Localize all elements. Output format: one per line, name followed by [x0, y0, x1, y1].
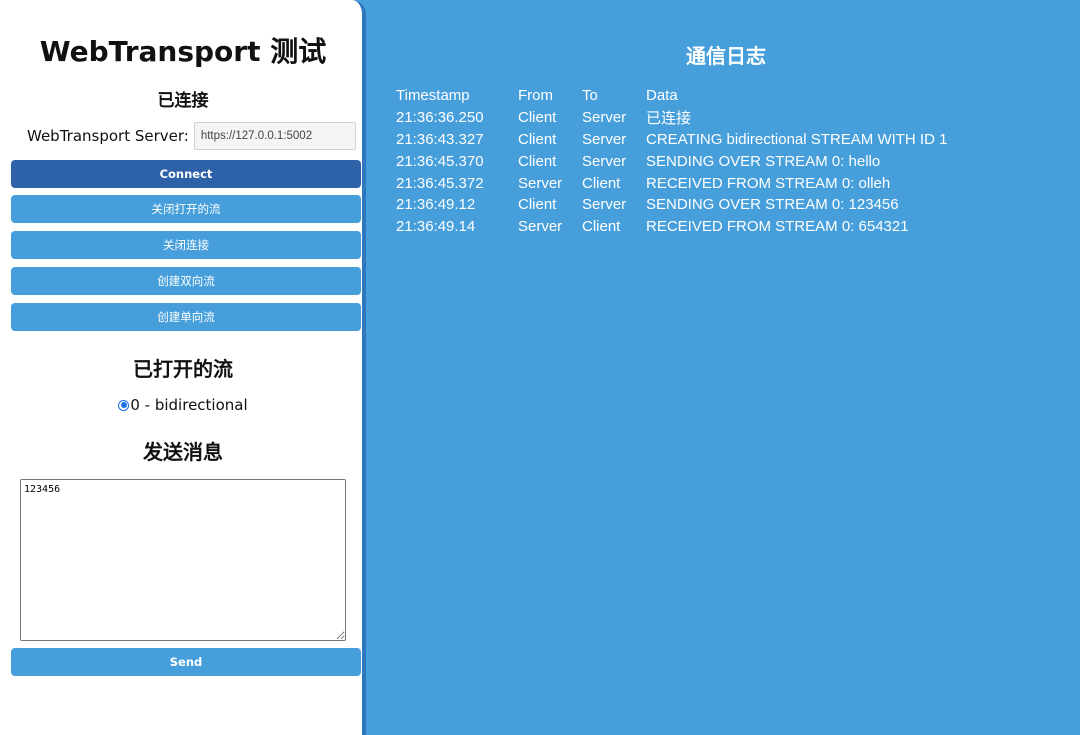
app-title: WebTransport 测试 — [0, 30, 366, 70]
log-row: 21:36:45.372 Server Client RECEIVED FROM… — [396, 172, 947, 194]
connection-status: 已连接 — [0, 86, 366, 111]
message-textarea[interactable]: 123456 — [20, 479, 346, 641]
log-timestamp: 21:36:49.14 — [396, 216, 518, 238]
log-data: RECEIVED FROM STREAM 0: 654321 — [646, 216, 947, 238]
log-timestamp: 21:36:45.372 — [396, 172, 518, 194]
log-from: Client — [518, 194, 582, 216]
log-title: 通信日志 — [372, 40, 1080, 69]
log-to: Server — [582, 150, 646, 172]
log-row: 21:36:43.327 Client Server CREATING bidi… — [396, 129, 947, 151]
server-url-input[interactable] — [194, 122, 356, 150]
log-timestamp: 21:36:49.12 — [396, 194, 518, 216]
close-open-stream-button[interactable]: 关闭打开的流 — [11, 195, 361, 223]
log-data: 已连接 — [646, 107, 947, 129]
send-message-heading: 发送消息 — [0, 436, 366, 465]
open-streams-heading: 已打开的流 — [0, 353, 366, 382]
log-timestamp: 21:36:43.327 — [396, 129, 518, 151]
close-connection-button[interactable]: 关闭连接 — [11, 231, 361, 259]
column-header-from: From — [518, 85, 582, 107]
log-data: RECEIVED FROM STREAM 0: olleh — [646, 172, 947, 194]
create-bidirectional-stream-button[interactable]: 创建双向流 — [11, 267, 361, 295]
connect-button[interactable]: Connect — [11, 160, 361, 188]
stream-radio-button[interactable] — [118, 400, 129, 411]
log-to: Client — [582, 172, 646, 194]
log-from: Client — [518, 129, 582, 151]
log-timestamp: 21:36:45.370 — [396, 150, 518, 172]
send-button[interactable]: Send — [11, 648, 361, 676]
column-header-data: Data — [646, 85, 947, 107]
stream-option-label: 0 - bidirectional — [130, 396, 247, 414]
log-to: Server — [582, 107, 646, 129]
log-from: Server — [518, 172, 582, 194]
log-timestamp: 21:36:36.250 — [396, 107, 518, 129]
log-to: Server — [582, 129, 646, 151]
log-row: 21:36:45.370 Client Server SENDING OVER … — [396, 150, 947, 172]
server-row: WebTransport Server: — [27, 122, 356, 150]
log-from: Client — [518, 107, 582, 129]
log-from: Server — [518, 216, 582, 238]
log-table: Timestamp From To Data 21:36:36.250 Clie… — [396, 85, 947, 238]
log-row: 21:36:49.14 Server Client RECEIVED FROM … — [396, 216, 947, 238]
stream-option[interactable]: 0 - bidirectional — [0, 395, 366, 415]
log-data: SENDING OVER STREAM 0: hello — [646, 150, 947, 172]
create-unidirectional-stream-button[interactable]: 创建单向流 — [11, 303, 361, 331]
log-data: SENDING OVER STREAM 0: 123456 — [646, 194, 947, 216]
log-from: Client — [518, 150, 582, 172]
column-header-to: To — [582, 85, 646, 107]
control-panel: WebTransport 测试 已连接 WebTransport Server:… — [0, 0, 366, 735]
server-label: WebTransport Server: — [27, 127, 189, 145]
log-row: 21:36:36.250 Client Server 已连接 — [396, 107, 947, 129]
log-to: Client — [582, 216, 646, 238]
column-header-timestamp: Timestamp — [396, 85, 518, 107]
log-data: CREATING bidirectional STREAM WITH ID 1 — [646, 129, 947, 151]
log-row: 21:36:49.12 Client Server SENDING OVER S… — [396, 194, 947, 216]
log-to: Server — [582, 194, 646, 216]
log-header-row: Timestamp From To Data — [396, 85, 947, 107]
